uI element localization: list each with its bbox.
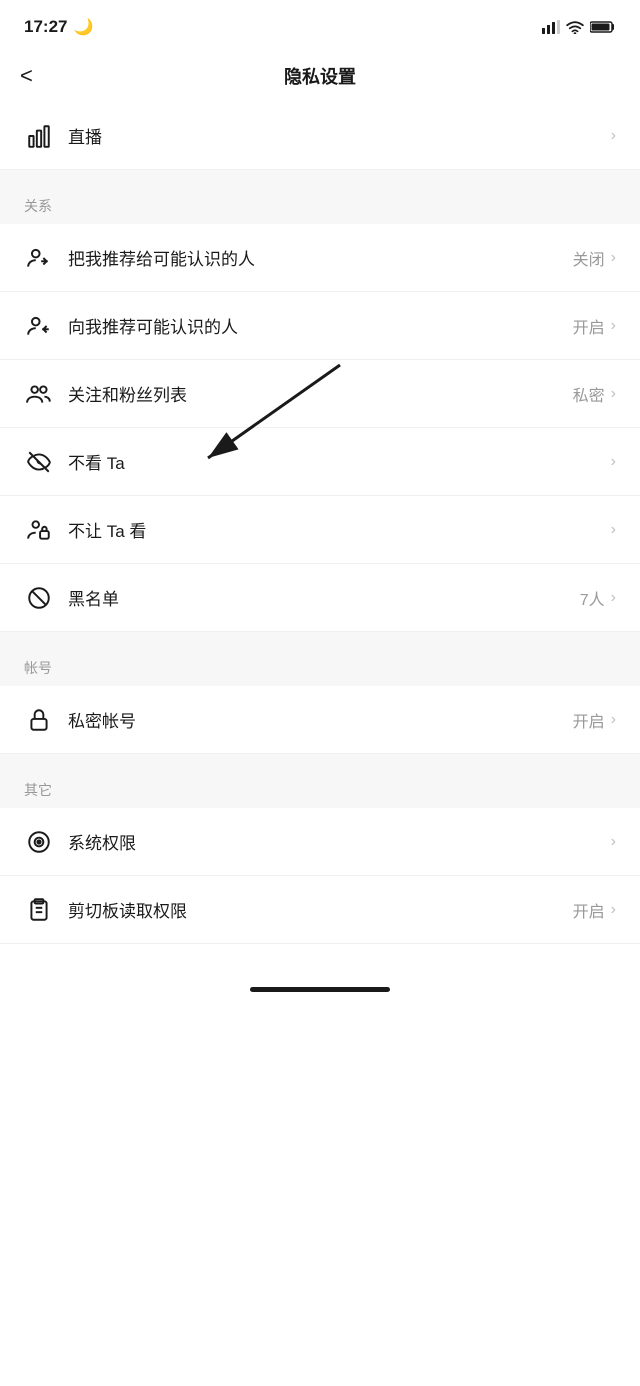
- menu-item-not-let-see[interactable]: 不让 Ta 看 ›: [0, 496, 640, 564]
- page-title: 隐私设置: [284, 63, 356, 89]
- recommend-to-others-label: 把我推荐给可能认识的人: [68, 245, 573, 270]
- system-permission-label: 系统权限: [68, 829, 611, 854]
- wifi-icon: [566, 20, 584, 34]
- not-let-see-label: 不让 Ta 看: [68, 517, 611, 542]
- follow-fans-label: 关注和粉丝列表: [68, 381, 573, 406]
- clipboard-label: 剪切板读取权限: [68, 897, 573, 922]
- spacer-2: [0, 632, 640, 642]
- not-see-ta-arrow: ›: [611, 453, 616, 471]
- account-label: 帐号: [0, 642, 640, 686]
- menu-item-follow-fans[interactable]: 关注和粉丝列表 私密 ›: [0, 360, 640, 428]
- lock-people-icon: [24, 515, 54, 545]
- people-recommend-icon: [24, 243, 54, 273]
- spacer-1: [0, 170, 640, 180]
- clipboard-arrow: ›: [611, 901, 616, 919]
- recommend-to-me-value: 开启: [573, 314, 605, 338]
- eye-slash-icon: [24, 447, 54, 477]
- spacer-3: [0, 754, 640, 764]
- section-live: 直播 ›: [0, 102, 640, 170]
- home-indicator-area: [0, 944, 640, 1004]
- menu-item-private-account[interactable]: 私密帐号 开启 ›: [0, 686, 640, 754]
- menu-item-recommend-to-others[interactable]: 把我推荐给可能认识的人 关闭 ›: [0, 224, 640, 292]
- private-account-value: 开启: [573, 708, 605, 732]
- bar-chart-icon: [24, 121, 54, 151]
- private-account-arrow: ›: [611, 711, 616, 729]
- recommend-to-me-arrow: ›: [611, 317, 616, 335]
- blacklist-value: 7人: [580, 586, 605, 610]
- lock-icon: [24, 705, 54, 735]
- blacklist-arrow: ›: [611, 589, 616, 607]
- section-relations: 关系 把我推荐给可能认识的人 关闭 ›: [0, 180, 640, 632]
- menu-item-live[interactable]: 直播 ›: [0, 102, 640, 170]
- no-circle-icon: [24, 583, 54, 613]
- other-label: 其它: [0, 764, 640, 808]
- system-permission-arrow: ›: [611, 833, 616, 851]
- not-see-ta-label: 不看 Ta: [68, 449, 611, 474]
- recommend-to-others-arrow: ›: [611, 249, 616, 267]
- not-let-see-arrow: ›: [611, 521, 616, 539]
- follow-fans-arrow: ›: [611, 385, 616, 403]
- recommend-to-me-label: 向我推荐可能认识的人: [68, 313, 573, 338]
- menu-item-blacklist[interactable]: 黑名单 7人 ›: [0, 564, 640, 632]
- follow-fans-value: 私密: [573, 382, 605, 406]
- signal-icon: [542, 20, 560, 34]
- recommend-to-others-value: 关闭: [573, 246, 605, 270]
- private-account-label: 私密帐号: [68, 707, 573, 732]
- menu-item-system-permission[interactable]: 系统权限 ›: [0, 808, 640, 876]
- blacklist-label: 黑名单: [68, 585, 580, 610]
- clipboard-icon: [24, 895, 54, 925]
- nav-bar: < 隐私设置: [0, 50, 640, 102]
- status-time: 17:27: [24, 17, 67, 37]
- section-account: 帐号 私密帐号 开启 ›: [0, 642, 640, 754]
- home-indicator: [250, 987, 390, 992]
- people-group-icon: [24, 379, 54, 409]
- live-arrow: ›: [611, 127, 616, 145]
- menu-item-recommend-to-me[interactable]: 向我推荐可能认识的人 开启 ›: [0, 292, 640, 360]
- people-incoming-icon: [24, 311, 54, 341]
- status-icons: [542, 20, 616, 34]
- status-bar: 17:27 🌙: [0, 0, 640, 50]
- menu-item-not-see-ta[interactable]: 不看 Ta ›: [0, 428, 640, 496]
- back-button[interactable]: <: [20, 65, 33, 87]
- battery-icon: [590, 20, 616, 34]
- clipboard-value: 开启: [573, 898, 605, 922]
- camera-circle-icon: [24, 827, 54, 857]
- live-label: 直播: [68, 123, 611, 148]
- relations-label: 关系: [0, 180, 640, 224]
- menu-item-clipboard[interactable]: 剪切板读取权限 开启 ›: [0, 876, 640, 944]
- section-other: 其它 系统权限 › 剪切板读取权限: [0, 764, 640, 944]
- moon-icon: 🌙: [73, 17, 93, 37]
